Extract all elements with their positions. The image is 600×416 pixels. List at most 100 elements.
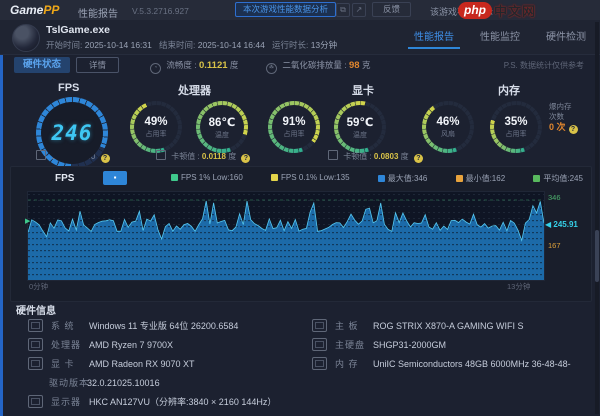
- fps-value: 246: [51, 121, 93, 145]
- cpu-usage-value: 49%: [144, 115, 168, 128]
- hw-info-value: AMD Radeon RX 9070 XT: [89, 358, 195, 369]
- disk-icon: [312, 338, 327, 351]
- smoothness-unit: 度: [229, 60, 239, 70]
- game-avatar: [12, 24, 40, 52]
- tab-performance-report[interactable]: 性能报告: [408, 28, 460, 49]
- hw-info-value: UniIC Semiconductors 48GB 6000MHz 36-48-…: [373, 358, 571, 369]
- fps-footer-icon: [36, 150, 46, 160]
- details-button[interactable]: 详情: [76, 57, 120, 73]
- hardware-info-right-column: 主 板 ROG STRIX X870-A GAMING WIFI S 主硬盘 SHGP…: [312, 316, 592, 373]
- chart-max-label: 346: [548, 193, 561, 202]
- cpu-temp-value: 86℃: [208, 116, 236, 129]
- chart-low-label: 167: [548, 241, 561, 250]
- cpu-temp-gauge: 86℃ 温度: [196, 101, 248, 153]
- scrollbar-track[interactable]: [595, 22, 599, 414]
- cpu-usage-gauge: 49% 占用率: [130, 101, 182, 153]
- chart-title: FPS: [55, 173, 75, 184]
- hw-info-label: 主 板: [335, 321, 359, 331]
- logo-pp-text: PP: [43, 3, 60, 17]
- cpu-stutter-icon: [156, 150, 166, 160]
- hw-info-value: 32.0.21025.10016: [87, 377, 160, 388]
- chart-left-marker: ▶: [25, 218, 31, 225]
- duration-value: 13分钟: [310, 40, 338, 50]
- legend-item[interactable]: 平均值:245: [533, 173, 583, 184]
- php-cn-watermark: php 中文网: [458, 0, 536, 20]
- co2-icon: ☘: [266, 63, 277, 74]
- co2-label: 二氧化碳排放量 :: [282, 60, 347, 70]
- fps-chart: ▶ 346 ◀ 245.91 167 0分钟 13分钟: [25, 191, 583, 291]
- cpu-section-header: 处理器: [178, 85, 211, 97]
- gpu-usage-value: 91%: [282, 115, 306, 128]
- legend-swatch: [377, 175, 385, 182]
- session-times: 开始时间: 2025-10-14 16:31 结束时间: 2025-10-14 …: [46, 39, 337, 51]
- legend-swatch: [533, 175, 541, 182]
- scrollbar-thumb[interactable]: [595, 230, 599, 282]
- duration-label: 运行时长:: [271, 40, 309, 50]
- gpu-stutter-value: 0.0803: [373, 152, 399, 161]
- legend-item[interactable]: 最小值:162: [455, 173, 505, 184]
- legend-item[interactable]: FPS 1% Low:160: [171, 173, 243, 184]
- legend-item[interactable]: FPS 0.1% Low:135: [271, 173, 350, 184]
- help-icon[interactable]: ?: [100, 154, 110, 163]
- cpu-stutter-unit: 度: [228, 152, 237, 161]
- gpu-temp-gauge: 59℃ 温度: [334, 101, 386, 153]
- gamepp-logo: GamePP: [10, 3, 59, 17]
- cpu-stutter-label: 卡顿值 :: [171, 152, 200, 161]
- legend-swatch: [171, 174, 178, 181]
- none-icon: [28, 377, 41, 388]
- fps-chart-plot-area: [27, 191, 545, 281]
- fps-chart-panel: FPS ▪ FPS 1% Low:160 FPS 0.1% Low:135 最大…: [10, 166, 592, 302]
- feedback-button[interactable]: 反馈: [372, 2, 412, 17]
- cpu-temp-label: 温度: [215, 131, 229, 139]
- ps-disclaimer: P.S. 数据统计仅供参考: [503, 61, 584, 70]
- hw-info-value: HKC AN127VU（分辨率:3840 × 2160 144Hz）: [89, 397, 277, 407]
- hardware-status-pill[interactable]: 硬件状态: [14, 57, 71, 73]
- mem-usage-value: 35%: [504, 115, 528, 128]
- co2-unit: 克: [361, 60, 371, 70]
- gpu-usage-label: 占用率: [283, 130, 305, 138]
- ram-icon: [312, 357, 327, 370]
- process-name: TslGame.exe: [46, 24, 111, 36]
- x-axis-start-label: 0分钟: [29, 282, 49, 291]
- mem-section-header: 内存: [498, 85, 520, 97]
- status-bar: 硬件状态 详情 ◔ 流畅度 : 0.1121 度 ☘ 二氧化碳排放量 : 98 …: [0, 54, 600, 78]
- tab-performance-monitor[interactable]: 性能监控: [480, 28, 520, 49]
- hw-info-value: AMD Ryzen 7 9700X: [89, 339, 174, 350]
- smoothness-stat: ◔ 流畅度 : 0.1121 度: [150, 59, 238, 74]
- start-time-value: 2025-10-14 16:31: [84, 40, 152, 50]
- windows-icon: [28, 319, 43, 332]
- chart-legend: FPS 1% Low:160 FPS 0.1% Low:135 最大值:346 …: [171, 173, 583, 184]
- window-left-edge: [0, 20, 3, 416]
- legend-item[interactable]: 最大值:346: [377, 173, 427, 184]
- cpu-stutter-value: 0.0118: [201, 152, 226, 161]
- titlebar: GamePP 性能报告 V.5.3.2716.927 本次游戏性能数据分析 ⧉ …: [0, 0, 600, 21]
- mem-oom-stat: 爆内存 次数 0 次?: [549, 102, 578, 134]
- gpu-stutter-unit: 度: [400, 152, 409, 161]
- tab-hardware-check[interactable]: 硬件检测: [546, 28, 586, 49]
- legend-swatch: [455, 175, 463, 182]
- help-icon[interactable]: ?: [568, 125, 578, 134]
- hw-info-label: 显 卡: [51, 359, 75, 369]
- hw-info-row: 处理器 AMD Ryzen 7 9700X: [28, 335, 298, 354]
- performance-analyze-button[interactable]: 本次游戏性能数据分析: [235, 2, 337, 17]
- hw-info-value: ROG STRIX X870-A GAMING WIFI S: [373, 320, 524, 331]
- watermark-cn-text: 中文网: [494, 3, 537, 19]
- version-label: V.5.3.2716.927: [132, 6, 189, 16]
- smoothness-icon: ◔: [150, 63, 161, 74]
- cpu-stutter: 卡顿值 : 0.0118 度 ?: [156, 150, 251, 163]
- hw-info-label: 显示器: [51, 397, 82, 407]
- co2-value: 98: [348, 60, 360, 71]
- screenshot-icon[interactable]: ⧉: [336, 3, 350, 17]
- share-icon[interactable]: ↗: [352, 3, 366, 17]
- gpu-stutter-label: 卡顿值 :: [343, 152, 372, 161]
- gpu-fan-gauge: 46% 风扇: [422, 101, 474, 153]
- main-tabs: 性能报告 性能监控 硬件检测: [408, 28, 586, 49]
- help-icon[interactable]: ?: [241, 154, 251, 163]
- hardware-info-left-column: 系 统 Windows 11 专业版 64位 26200.6584 处理器 AMD R…: [28, 316, 298, 411]
- series-selector-dropdown[interactable]: ▪: [103, 171, 127, 185]
- gpu-stutter: 卡顿值 : 0.0803 度 ?: [328, 150, 423, 163]
- co2-stat: ☘ 二氧化碳排放量 : 98 克: [266, 59, 370, 74]
- hw-info-label: 处理器: [51, 340, 82, 350]
- hw-info-row: 显示器 HKC AN127VU（分辨率:3840 × 2160 144Hz）: [28, 392, 298, 411]
- help-icon[interactable]: ?: [413, 154, 423, 163]
